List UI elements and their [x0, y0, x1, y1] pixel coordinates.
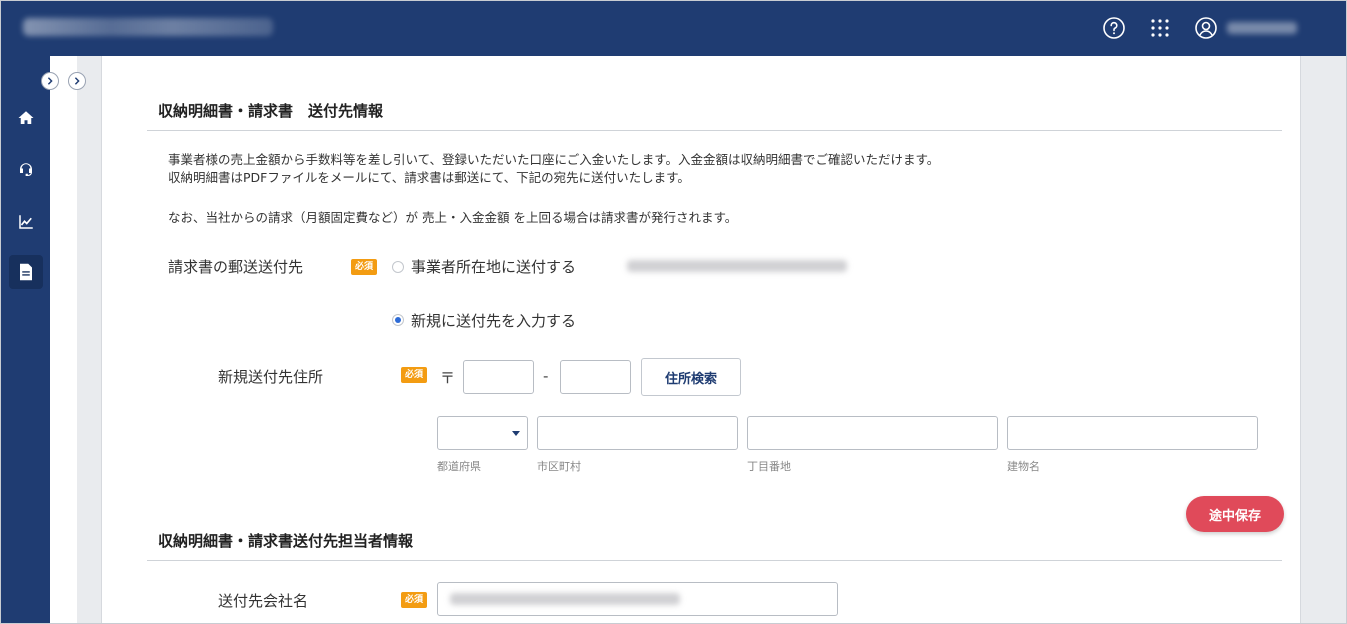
chevron-right-icon [47, 77, 53, 85]
radio-new-address-label[interactable]: 新規に送付先を入力する [411, 310, 576, 331]
building-caption: 建物名 [1007, 460, 1040, 473]
subpanel-expand-button[interactable] [68, 72, 86, 90]
description-line-3: なお、当社からの請求（月額固定費など）が 売上・入金金額 を上回る場合は請求書が… [168, 210, 738, 225]
building-input[interactable] [1007, 416, 1258, 450]
apps-grid-icon[interactable] [1148, 16, 1172, 40]
save-draft-button[interactable]: 途中保存 [1186, 496, 1284, 532]
street-caption: 丁目番地 [747, 460, 791, 473]
sub-panel-border [77, 56, 101, 623]
document-icon [20, 263, 32, 281]
radio-business-address[interactable] [392, 261, 404, 273]
required-badge: 必須 [351, 259, 377, 275]
description-line-2: 収納明細書はPDFファイルをメールにて、請求書は郵送にて、下記の宛先に送付いたし… [168, 170, 690, 185]
sidebar [1, 56, 50, 623]
sidebar-item-document[interactable] [9, 255, 43, 289]
postal-code-dash: - [543, 367, 549, 385]
city-input[interactable] [537, 416, 738, 450]
right-margin [1301, 56, 1346, 623]
top-header [1, 1, 1346, 56]
required-badge: 必須 [401, 367, 427, 383]
user-name-redacted[interactable] [1227, 22, 1297, 34]
company-name-input[interactable] [437, 582, 838, 616]
mailing-destination-label: 請求書の郵送送付先 [168, 258, 304, 276]
prefecture-select[interactable] [437, 416, 528, 450]
company-name-label: 送付先会社名 [218, 592, 309, 610]
chart-icon [19, 215, 33, 229]
home-icon [18, 111, 34, 124]
required-badge: 必須 [401, 592, 427, 608]
section-title-delivery: 収納明細書・請求書 送付先情報 [158, 102, 384, 120]
postal-code-second-input[interactable] [560, 360, 631, 394]
support-headset-icon [20, 163, 32, 176]
postal-mark: 〒 [440, 369, 456, 387]
address-search-button[interactable]: 住所検索 [641, 358, 741, 396]
chevron-down-icon [512, 431, 520, 436]
sidebar-expand-button[interactable] [41, 72, 59, 90]
section-divider [147, 560, 1282, 561]
help-icon[interactable] [1102, 16, 1126, 40]
app-window: 収納明細書・請求書 送付先情報 事業者様の売上金額から手数料等を差し引いて、登録… [0, 0, 1347, 624]
radio-new-address[interactable] [392, 314, 404, 326]
sidebar-item-support[interactable] [9, 153, 43, 187]
city-caption: 市区町村 [537, 460, 581, 473]
form-card: 収納明細書・請求書 送付先情報 事業者様の売上金額から手数料等を差し引いて、登録… [101, 56, 1301, 623]
sidebar-item-home[interactable] [9, 101, 43, 135]
radio-business-address-label[interactable]: 事業者所在地に送付する [411, 256, 576, 277]
prefecture-caption: 都道府県 [437, 460, 481, 473]
company-name-redacted [450, 593, 680, 605]
section-title-contact: 収納明細書・請求書送付先担当者情報 [158, 532, 414, 550]
description-line-1: 事業者様の売上金額から手数料等を差し引いて、登録いただいた口座にご入金いたします… [168, 152, 940, 167]
brand-text-redacted [23, 18, 273, 36]
street-input[interactable] [747, 416, 998, 450]
section-divider [147, 130, 1282, 131]
chevron-right-icon [74, 77, 80, 85]
user-icon[interactable] [1194, 16, 1218, 40]
postal-code-first-input[interactable] [463, 360, 534, 394]
sidebar-item-chart[interactable] [9, 205, 43, 239]
business-address-redacted [627, 260, 847, 272]
new-address-label: 新規送付先住所 [218, 368, 324, 386]
